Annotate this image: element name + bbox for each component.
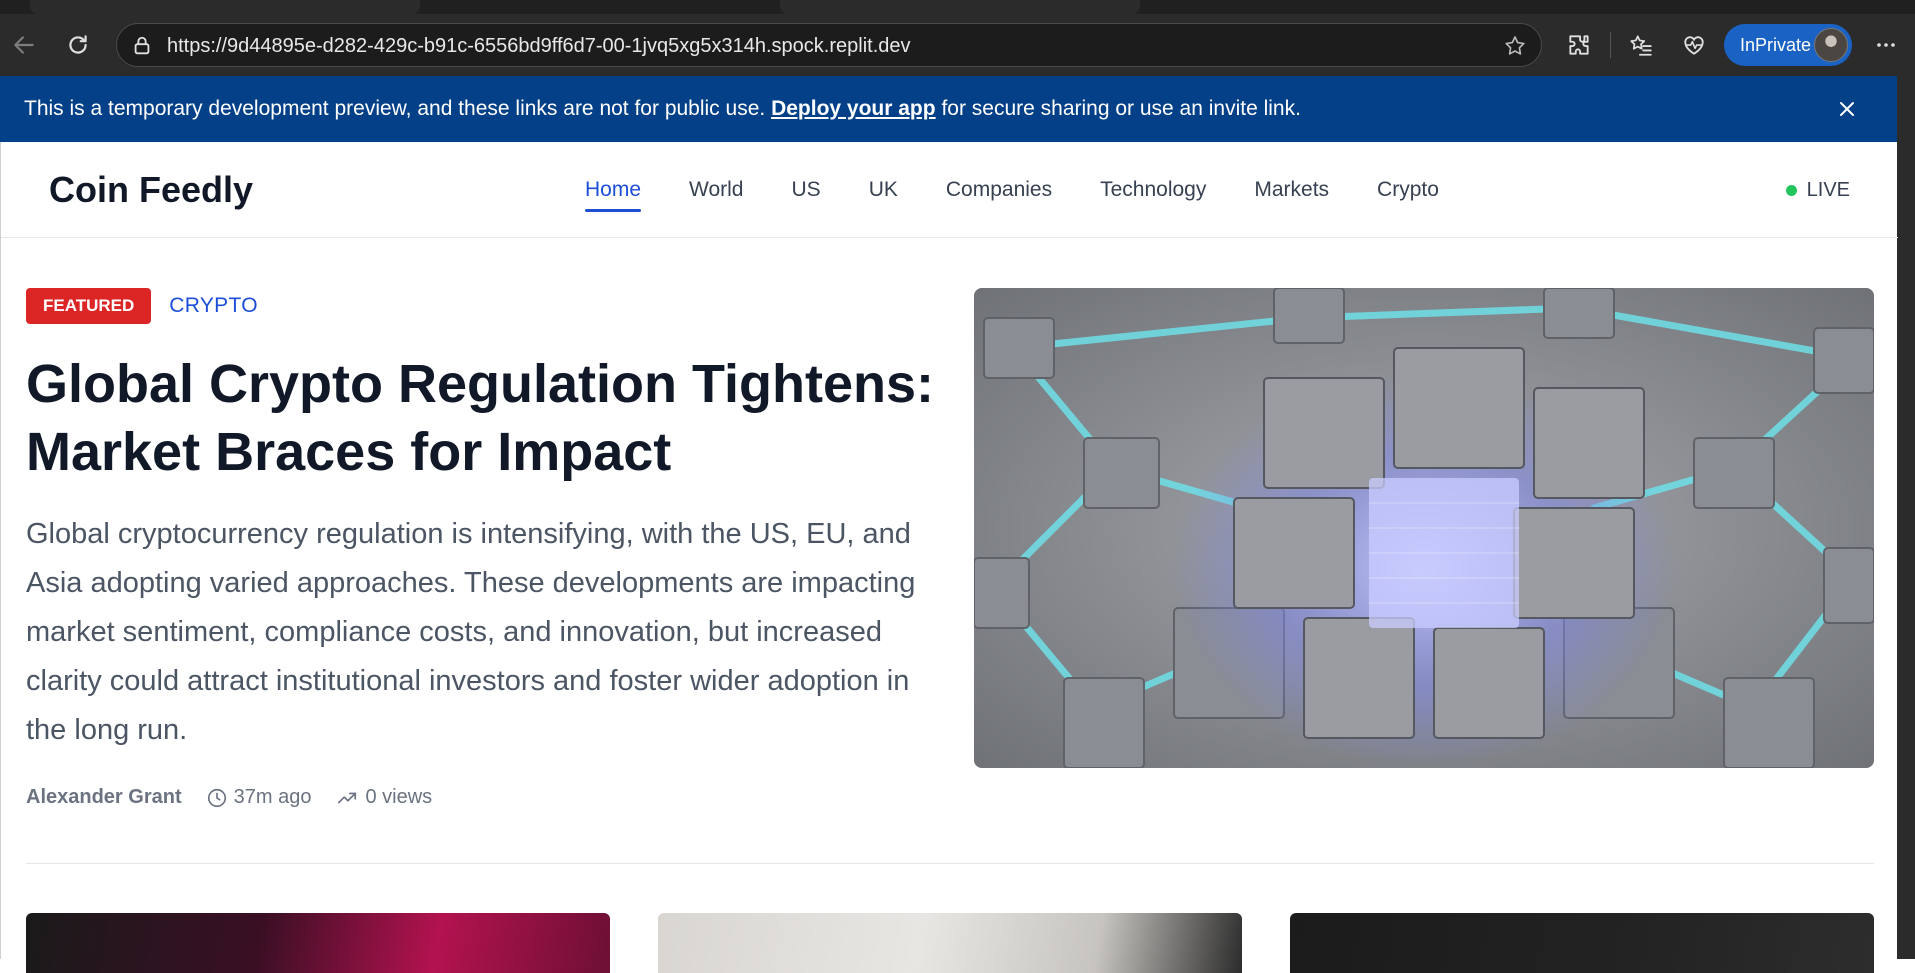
main-nav: Home World US UK Companies Technology Ma… — [585, 142, 1439, 238]
banner-text-after: for secure sharing or use an invite link… — [941, 97, 1301, 120]
nav-markets[interactable]: Markets — [1254, 142, 1329, 238]
url-text[interactable]: https://9d44895e-d282-429c-b91c-6556bd9f… — [167, 24, 911, 68]
featured-badge: FEATURED — [26, 288, 152, 324]
back-icon — [14, 36, 34, 54]
lock-icon[interactable] — [131, 35, 153, 57]
nav-uk[interactable]: UK — [869, 142, 898, 238]
inprivate-profile-button[interactable]: InPrivate — [1724, 24, 1852, 66]
site-logo[interactable]: Coin Feedly — [49, 142, 253, 238]
featured-summary: Global cryptocurrency regulation is inte… — [26, 518, 916, 746]
nav-us[interactable]: US — [792, 142, 821, 238]
author-name: Alexander Grant — [26, 786, 182, 808]
more-menu-button[interactable] — [1866, 25, 1906, 65]
article-card-image[interactable] — [1290, 913, 1874, 973]
published-time: 37m ago — [206, 786, 312, 809]
nav-technology[interactable]: Technology — [1100, 142, 1206, 238]
site-header: Coin Feedly Home World US UK Companies T… — [1, 142, 1898, 238]
extensions-button[interactable] — [1559, 25, 1599, 65]
live-indicator: LIVE — [1785, 142, 1850, 238]
extensions-icon — [1569, 35, 1589, 55]
toolbar-divider — [1610, 32, 1611, 58]
address-bar[interactable]: https://9d44895e-d282-429c-b91c-6556bd9f… — [116, 23, 1542, 67]
nav-home[interactable]: Home — [585, 142, 642, 238]
view-count: 0 views — [335, 786, 432, 809]
browser-essentials-icon — [1684, 36, 1704, 55]
views-count: 0 views — [365, 786, 433, 808]
trending-up-icon — [338, 792, 357, 803]
refresh-button[interactable] — [58, 25, 98, 65]
favorites-button[interactable] — [1621, 25, 1661, 65]
refresh-icon — [69, 35, 87, 54]
blockchain-cubes-illustration — [974, 288, 1874, 768]
featured-tags: FEATURED CRYPTO — [26, 288, 258, 324]
article-meta: Alexander Grant 37m ago 0 views — [26, 786, 432, 809]
article-card-image[interactable] — [26, 913, 610, 973]
inprivate-label: InPrivate — [1740, 35, 1812, 55]
window-edge — [1897, 76, 1915, 959]
tab-strip — [0, 0, 1915, 14]
back-button[interactable] — [4, 25, 44, 65]
nav-crypto[interactable]: Crypto — [1377, 142, 1439, 238]
banner-text-before: This is a temporary development preview,… — [24, 97, 766, 120]
article-card-image[interactable] — [658, 913, 1242, 973]
banner-text: This is a temporary development preview,… — [24, 76, 1301, 142]
live-dot-icon — [1785, 184, 1797, 196]
featured-headline[interactable]: Global Crypto Regulation Tightens: Marke… — [26, 350, 946, 486]
browser-essentials-button[interactable] — [1674, 25, 1714, 65]
deploy-app-link[interactable]: Deploy your app — [771, 97, 936, 120]
featured-image[interactable] — [974, 288, 1874, 768]
preview-banner: This is a temporary development preview,… — [0, 76, 1897, 142]
live-label: LIVE — [1806, 179, 1850, 201]
nav-companies[interactable]: Companies — [946, 142, 1052, 238]
more-menu-icon — [1877, 43, 1895, 47]
close-icon[interactable] — [1835, 97, 1859, 121]
category-link[interactable]: CRYPTO — [169, 294, 258, 318]
page: Coin Feedly Home World US UK Companies T… — [0, 142, 1898, 973]
section-divider — [26, 863, 1874, 864]
browser-toolbar: https://9d44895e-d282-429c-b91c-6556bd9f… — [0, 14, 1915, 76]
favorites-icon — [1630, 35, 1652, 56]
browser-tab[interactable] — [780, 0, 1140, 14]
clock-icon — [207, 788, 226, 807]
favorite-star-icon[interactable] — [1503, 34, 1527, 58]
avatar — [1814, 28, 1848, 62]
browser-tab[interactable] — [30, 0, 420, 14]
nav-world[interactable]: World — [689, 142, 743, 238]
time-ago: 37m ago — [233, 786, 312, 808]
